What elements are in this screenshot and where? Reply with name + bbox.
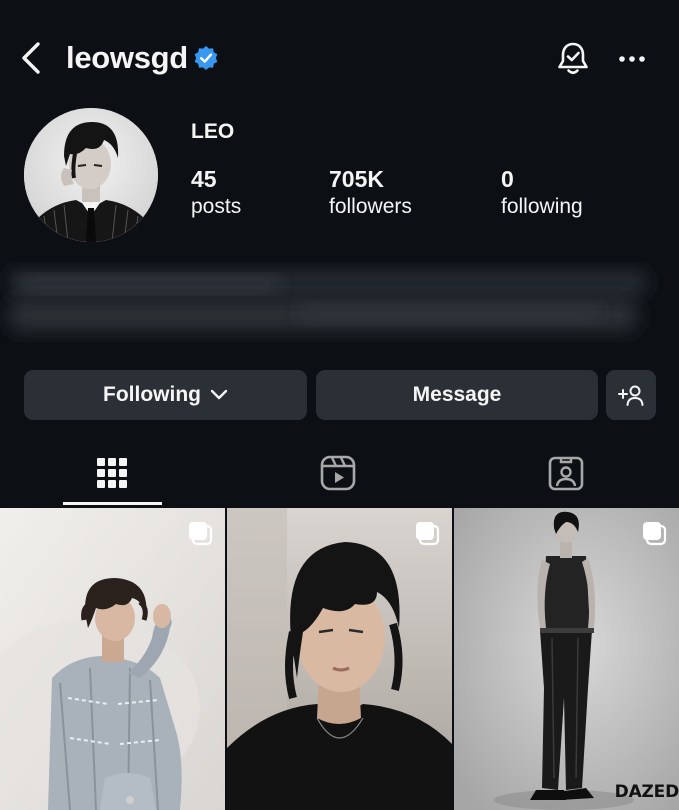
posts-count: 45 bbox=[191, 166, 217, 192]
ellipsis-icon bbox=[619, 56, 645, 62]
profile-avatar[interactable] bbox=[24, 108, 158, 242]
followers-stat[interactable]: 705K followers bbox=[329, 164, 412, 220]
post-tile-1[interactable] bbox=[0, 508, 225, 810]
post-image-editorial bbox=[454, 508, 679, 810]
posts-stat[interactable]: 45 posts bbox=[191, 164, 241, 220]
notifications-button[interactable] bbox=[553, 38, 593, 80]
blurred-bio bbox=[8, 270, 648, 332]
posts-grid: DAZED bbox=[0, 508, 679, 810]
chevron-down-icon bbox=[210, 389, 228, 400]
active-tab-indicator bbox=[63, 502, 162, 505]
more-options-button[interactable] bbox=[612, 40, 652, 78]
bell-check-icon bbox=[558, 42, 588, 75]
verified-badge-icon bbox=[194, 46, 218, 70]
avatar-photo bbox=[24, 108, 158, 242]
grid-icon bbox=[97, 458, 127, 488]
posts-label: posts bbox=[191, 195, 242, 218]
tagged-icon bbox=[548, 456, 584, 491]
post-tile-3[interactable]: DAZED bbox=[454, 508, 679, 810]
carousel-icon bbox=[189, 522, 213, 546]
tab-reels[interactable] bbox=[288, 440, 388, 506]
profile-tabs bbox=[0, 440, 679, 506]
following-stat[interactable]: 0 following bbox=[501, 164, 583, 220]
followers-label: followers bbox=[329, 195, 412, 218]
add-person-icon bbox=[618, 385, 644, 406]
reels-icon bbox=[320, 455, 356, 491]
suggested-people-button[interactable] bbox=[606, 370, 656, 420]
followers-count: 705K bbox=[329, 166, 384, 192]
tab-tagged[interactable] bbox=[516, 440, 616, 506]
following-count: 0 bbox=[501, 166, 514, 192]
top-bar: leowsgd bbox=[0, 0, 679, 115]
following-button-label: Following bbox=[103, 383, 201, 406]
dazed-watermark: DAZED bbox=[614, 782, 679, 802]
message-button-label: Message bbox=[412, 383, 502, 406]
tab-posts-grid[interactable] bbox=[62, 440, 162, 506]
post-image-denim bbox=[0, 508, 225, 810]
message-button[interactable]: Message bbox=[316, 370, 598, 420]
post-tile-2[interactable] bbox=[227, 508, 452, 810]
following-label: following bbox=[501, 195, 583, 218]
back-button[interactable] bbox=[14, 38, 48, 78]
following-button[interactable]: Following bbox=[24, 370, 307, 420]
display-name: LEO bbox=[191, 120, 235, 143]
post-image-portrait bbox=[227, 508, 452, 810]
chevron-left-icon bbox=[22, 42, 40, 74]
carousel-icon bbox=[643, 522, 667, 546]
username: leowsgd bbox=[66, 40, 188, 75]
carousel-icon bbox=[416, 522, 440, 546]
